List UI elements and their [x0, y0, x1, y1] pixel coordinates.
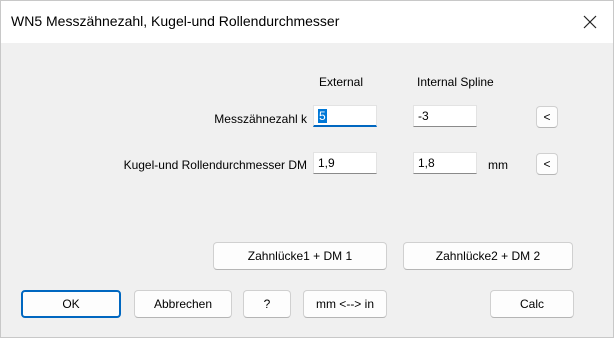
- row-label-ball-diameter: Kugel-und Rollendurchmesser DM: [123, 158, 307, 172]
- close-button[interactable]: [567, 1, 613, 43]
- column-header-internal: Internal Spline: [417, 75, 494, 89]
- dialog-window: WN5 Messzähnezahl, Kugel-und Rollendurch…: [0, 0, 614, 338]
- ball-diameter-external-input[interactable]: 1,9: [313, 152, 377, 174]
- ball-diameter-internal-value: 1,8: [418, 156, 435, 170]
- title-bar: WN5 Messzähnezahl, Kugel-und Rollendurch…: [1, 1, 613, 43]
- ball-diameter-external-value: 1,9: [318, 156, 335, 170]
- close-icon: [583, 15, 597, 29]
- ball-diameter-copy-button[interactable]: <: [536, 153, 558, 175]
- help-button[interactable]: ?: [243, 290, 291, 318]
- cancel-button[interactable]: Abbrechen: [134, 290, 232, 318]
- calc-button[interactable]: Calc: [490, 290, 574, 318]
- tooth-count-internal-value: -3: [418, 109, 429, 123]
- gap2-dm2-button[interactable]: Zahnlücke2 + DM 2: [403, 242, 573, 270]
- row-label-tooth-count: Messzähnezahl k: [214, 112, 307, 126]
- tooth-count-external-input[interactable]: 5: [313, 105, 377, 127]
- tooth-count-external-value: 5: [318, 109, 327, 123]
- unit-toggle-button[interactable]: mm <--> in: [303, 290, 387, 318]
- ok-button[interactable]: OK: [21, 290, 121, 318]
- ball-diameter-internal-input[interactable]: 1,8: [413, 152, 477, 174]
- column-header-external: External: [319, 75, 364, 89]
- tooth-count-internal-input[interactable]: -3: [413, 105, 477, 127]
- tooth-count-copy-button[interactable]: <: [536, 106, 558, 128]
- window-title: WN5 Messzähnezahl, Kugel-und Rollendurch…: [11, 13, 340, 29]
- gap1-dm1-button[interactable]: Zahnlücke1 + DM 1: [213, 242, 387, 270]
- ball-diameter-unit: mm: [488, 158, 508, 172]
